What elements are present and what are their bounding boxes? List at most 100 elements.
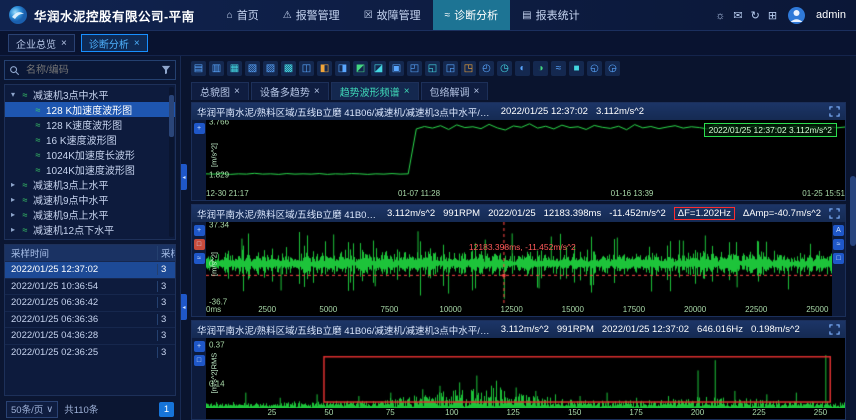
wave-tool-icon[interactable]: ≈ (194, 253, 205, 264)
clock-tool-icon[interactable]: ◴ (479, 61, 494, 76)
zoom-tool-icon[interactable]: + (194, 225, 205, 236)
page-number-button[interactable]: 1 (159, 402, 174, 417)
refresh-icon[interactable]: ↻ (751, 10, 760, 22)
chart-tab-envelope[interactable]: 包络解调 × (421, 82, 489, 100)
tree-scrollbar[interactable] (169, 87, 174, 237)
multi-trend-tool-icon[interactable]: ▨ (263, 61, 278, 76)
message-icon[interactable]: ✉ (733, 10, 742, 22)
chart-tab-overview[interactable]: 总貌图× (191, 82, 249, 100)
shaft-centerline-tool-icon[interactable]: ◳ (461, 61, 476, 76)
bode-tool-icon[interactable]: ◰ (407, 61, 422, 76)
col-sample-time[interactable]: 采样时间 (5, 246, 157, 260)
table-row[interactable]: 2022/01/25 02:36:253 (5, 344, 175, 361)
chart-tab-trend-wave-spectrum[interactable]: 趋势波形频谱× (331, 82, 419, 100)
filter-icon[interactable] (161, 65, 171, 75)
close-icon[interactable]: × (134, 38, 140, 49)
close-icon[interactable]: × (404, 86, 410, 97)
collapse-handle[interactable]: ◂ (181, 294, 187, 320)
waveform-chart-canvas[interactable] (206, 222, 832, 305)
overview-tool-icon[interactable]: ▤ (191, 61, 206, 76)
col-sample-value[interactable]: 采样值 (157, 246, 175, 260)
export-tool-icon[interactable]: ◵ (587, 61, 602, 76)
table-row[interactable]: 2022/01/25 04:36:283 (5, 327, 175, 344)
workspace-tab-enterprise-overview[interactable]: 企业总览× (8, 34, 75, 52)
main-scroll-thumb[interactable] (850, 176, 856, 246)
tree-scroll-thumb[interactable] (169, 95, 174, 137)
waterfall-tool-icon[interactable]: ▩ (281, 61, 296, 76)
zoom-tool-icon[interactable]: + (194, 123, 205, 134)
waveform-tool-icon[interactable]: ◫ (299, 61, 314, 76)
menu-item-report[interactable]: ▤报表统计 (510, 0, 591, 30)
main-scrollbar[interactable] (850, 56, 856, 420)
x-axis-tick: 7500 (380, 305, 398, 314)
apps-icon[interactable]: ⊞ (768, 10, 777, 22)
tree-item[interactable]: ▸≈减速机12点下水平 (5, 222, 175, 237)
zoom-tool-icon[interactable]: + (194, 341, 205, 352)
x-axis-tick: 12-30 21:17 (206, 189, 249, 198)
nyquist-tool-icon[interactable]: ◱ (425, 61, 440, 76)
menu-item-diagnosis[interactable]: ≈诊断分析 (433, 0, 511, 30)
history-tool-icon[interactable]: ◷ (497, 61, 512, 76)
close-icon[interactable]: × (61, 38, 67, 49)
collapse-handle[interactable]: ◂ (181, 164, 187, 190)
theme-icon[interactable]: ☼ (715, 10, 725, 22)
device-list-tool-icon[interactable]: ▥ (209, 61, 224, 76)
tree-item[interactable]: ≈16 K速度波形图 (5, 132, 175, 147)
close-icon[interactable]: × (314, 86, 320, 97)
envelope-tool-icon[interactable]: ◨ (335, 61, 350, 76)
settings-tool-icon[interactable]: ◶ (605, 61, 620, 76)
tree-item[interactable]: ▸≈减速机9点中水平 (5, 192, 175, 207)
tree-item[interactable]: ≈128 K加速度波形图 (5, 102, 175, 117)
matrix-tool-icon[interactable]: ▦ (227, 61, 242, 76)
harmonic-cursor-icon[interactable]: ≈ (833, 239, 844, 250)
report-tool-icon[interactable]: ■ (569, 61, 584, 76)
user-icon (788, 7, 805, 24)
fullscreen-icon[interactable] (829, 208, 840, 219)
menu-item-alarm[interactable]: ⚠报警管理 (271, 0, 352, 30)
tab-label: 诊断分析 (89, 36, 129, 51)
wave-compare-tool-icon[interactable]: ≈ (551, 61, 566, 76)
fullscreen-icon[interactable] (829, 324, 840, 335)
wave-icon: ≈ (33, 135, 43, 145)
username[interactable]: admin (816, 9, 846, 21)
box-select-tool-icon[interactable]: □ (194, 355, 205, 366)
table-row[interactable]: 2022/01/25 10:36:543 (5, 278, 175, 295)
workspace-tab-diagnosis[interactable]: 诊断分析 × (81, 34, 148, 52)
box-select-tool-icon[interactable]: □ (194, 239, 205, 250)
page-size-select[interactable]: 50条/页 ∨ (6, 401, 58, 418)
spectrum-tool-icon[interactable]: ◧ (317, 61, 332, 76)
total-count: 共110条 (64, 402, 98, 416)
tree-item[interactable]: ≈1024K加速度波形图 (5, 162, 175, 177)
chart-tab-multi-trend[interactable]: 设备多趋势× (251, 82, 329, 100)
polar-tool-icon[interactable]: ◲ (443, 61, 458, 76)
table-row[interactable]: 2022/01/25 12:37:023 (5, 261, 175, 278)
tree-item[interactable]: ▸≈减速机9点上水平 (5, 207, 175, 222)
tree-item[interactable]: ≈1024K加速度长波形 (5, 147, 175, 162)
menu-item-home[interactable]: ⌂首页 (215, 0, 271, 30)
cepstrum-tool-icon[interactable]: ◩ (353, 61, 368, 76)
band-cursor-icon[interactable]: □ (833, 253, 844, 264)
tree-item[interactable]: ≈128 K速度波形图 (5, 117, 175, 132)
table-row[interactable]: 2022/01/25 06:36:363 (5, 311, 175, 328)
sample-value-cell: 3 (157, 264, 175, 275)
search-input[interactable] (24, 64, 157, 77)
tree-item[interactable]: ▾≈减速机3点中水平 (5, 87, 175, 102)
close-icon[interactable]: × (234, 86, 240, 97)
menu-item-fault[interactable]: ☒故障管理 (352, 0, 433, 30)
tree-item[interactable]: ▸≈减速机3点上水平 (5, 177, 175, 192)
annotation-tool-icon[interactable]: A (833, 225, 844, 236)
cross-spectrum-tool-icon[interactable]: ◪ (371, 61, 386, 76)
mirror-tool-icon[interactable]: ◑ (533, 61, 548, 76)
spectrum-chart-body: +□ [m/s^2]RMS 0.370.14 25507510012515017… (192, 338, 845, 419)
trend-tool-icon[interactable]: ▧ (245, 61, 260, 76)
search-icon[interactable] (9, 65, 20, 76)
close-icon[interactable]: × (474, 86, 480, 97)
orbit-tool-icon[interactable]: ▣ (389, 61, 404, 76)
fullscreen-icon[interactable] (829, 106, 840, 117)
spectrum-chart-canvas[interactable] (206, 338, 845, 408)
table-row[interactable]: 2022/01/25 06:36:423 (5, 294, 175, 311)
overall-value: 3.112m/s^2 (501, 324, 549, 335)
tab-label: 包络解调 (430, 84, 470, 99)
compare-tool-icon[interactable]: ◐ (515, 61, 530, 76)
avatar[interactable] (788, 7, 805, 24)
